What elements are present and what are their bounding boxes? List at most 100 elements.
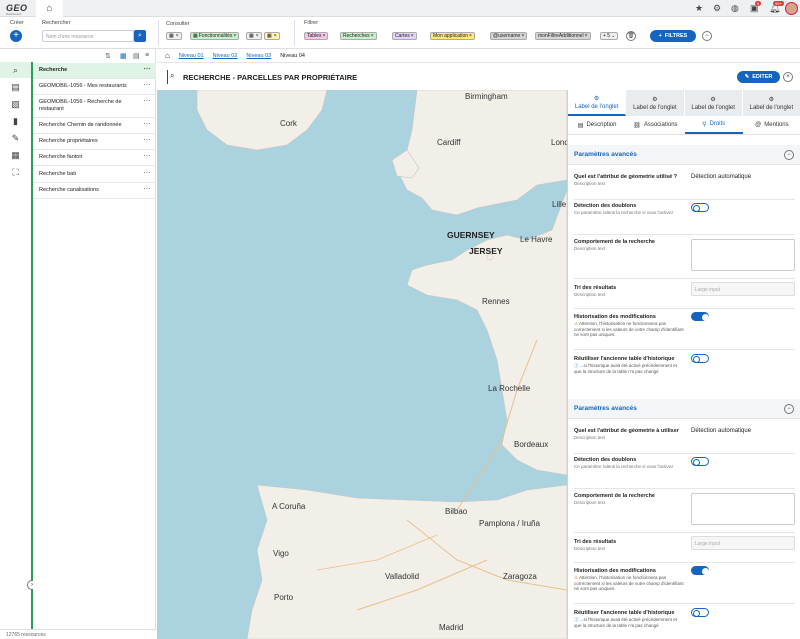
trash-icon[interactable]: 🗑︎ xyxy=(626,31,636,41)
home-icon[interactable]: ⌂ xyxy=(165,51,170,60)
close-icon[interactable]: × xyxy=(585,33,588,39)
filter-chip[interactable]: @username × xyxy=(490,32,528,40)
reuse-toggle[interactable] xyxy=(691,354,709,363)
list-item[interactable]: Recherche propriétaires ⋯ xyxy=(33,134,156,150)
field-label: Réutiliser l'ancienne table d'historique xyxy=(574,610,675,616)
map[interactable]: Birmingham London Cork Cardiff Lille Le … xyxy=(157,90,567,639)
document-nav-icon[interactable]: ▤ xyxy=(0,79,31,95)
create-button[interactable]: + xyxy=(10,30,22,42)
close-icon[interactable]: × xyxy=(783,72,793,82)
more-icon[interactable]: ⋯ xyxy=(144,66,151,73)
filter-chip[interactable]: Tables × xyxy=(304,32,329,40)
close-icon[interactable]: × xyxy=(256,33,259,39)
subtab-droits[interactable]: ⚲ Droits xyxy=(684,116,743,134)
geometry-value[interactable]: Détection automatique xyxy=(691,428,751,434)
chip-label: Mon application xyxy=(433,33,469,39)
panel-tab[interactable]: ⚙ Label de l'onglet xyxy=(684,90,743,116)
image-nav-icon[interactable]: ▧ xyxy=(0,96,31,112)
layers-nav-icon[interactable]: ▦ xyxy=(0,147,31,163)
geometry-value[interactable]: Détection automatique xyxy=(691,174,751,180)
more-icon[interactable]: ⋯ xyxy=(144,98,151,105)
close-icon[interactable]: × xyxy=(233,33,236,39)
sort-input[interactable]: Large input xyxy=(691,536,795,550)
filters-button[interactable]: + FILTRES xyxy=(650,30,696,42)
history-toggle[interactable] xyxy=(691,312,709,321)
list-item-label: Recherche xyxy=(39,67,68,73)
home-tab[interactable]: ⌂ xyxy=(36,0,63,17)
more-icon[interactable]: ⋯ xyxy=(144,137,151,144)
list-item[interactable]: Recherche bati ⋯ xyxy=(33,167,156,183)
help-icon[interactable]: ◍ xyxy=(731,3,739,14)
close-icon[interactable]: × xyxy=(411,33,414,39)
filter-chip[interactable]: + 5 ⌄ xyxy=(600,32,619,40)
tile-view-icon[interactable]: ▤ xyxy=(133,52,140,60)
subtab-description[interactable]: ▤ Description xyxy=(568,116,626,134)
workflow-nav-icon[interactable]: ⛶ xyxy=(0,164,31,180)
filter-chip[interactable]: Cartes × xyxy=(392,32,417,40)
panel-tab[interactable]: ⚙ Label de l'onglet xyxy=(568,90,627,116)
search-button[interactable]: ⌕ xyxy=(134,30,146,42)
close-icon[interactable]: × xyxy=(371,33,374,39)
reuse-toggle[interactable] xyxy=(691,608,709,617)
list-item[interactable]: Recherche fantoir ⋯ xyxy=(33,150,156,166)
subtab-associations[interactable]: ⛓ Associations xyxy=(626,116,684,134)
map-city: Cardiff xyxy=(437,138,461,147)
panel-tab[interactable]: ⚙ Label de l'onglet xyxy=(626,90,685,116)
duplicates-toggle[interactable] xyxy=(691,457,709,466)
sort-icon[interactable]: ⇅ xyxy=(105,52,111,60)
breadcrumb-item[interactable]: Niveau 01 xyxy=(179,53,204,59)
pencil-nav-icon[interactable]: ✎ xyxy=(0,130,31,146)
more-options-button[interactable]: − xyxy=(702,31,712,41)
more-icon[interactable]: ⋯ xyxy=(144,82,151,89)
more-icon[interactable]: ⋯ xyxy=(144,121,151,128)
close-icon[interactable]: × xyxy=(322,33,325,39)
consult-chip[interactable]: ▦ Fonctionnalités × xyxy=(190,32,240,40)
chart-nav-icon[interactable]: ▮ xyxy=(0,113,31,129)
map-city: Zaragoza xyxy=(503,572,537,581)
panel-tab[interactable]: ⚙ Label de l'onglet xyxy=(742,90,800,116)
filter-chip[interactable]: monFiltreAdditionnel × xyxy=(535,32,591,40)
breadcrumb-item[interactable]: Niveau 03 xyxy=(246,53,271,59)
gear-icon: ⚙ xyxy=(768,96,775,103)
list-item[interactable]: Recherche canalisations ⋯ xyxy=(33,183,156,199)
close-icon[interactable]: × xyxy=(176,33,179,39)
behaviour-textarea[interactable] xyxy=(691,493,795,525)
close-icon[interactable]: × xyxy=(521,33,524,39)
section-header[interactable]: Paramètres avancés − xyxy=(568,145,800,165)
more-icon[interactable]: ⋯ xyxy=(144,186,151,193)
link-icon: ⛓ xyxy=(633,122,641,129)
behaviour-textarea[interactable] xyxy=(691,239,795,271)
avatar[interactable] xyxy=(785,2,798,15)
filter-chip[interactable]: Mon application × xyxy=(430,32,475,40)
chevron-down-icon[interactable]: ⌄ xyxy=(611,33,615,39)
sort-input[interactable]: Large input xyxy=(691,282,795,296)
breadcrumb-item[interactable]: Niveau 02 xyxy=(213,53,238,59)
search-nav-icon[interactable]: ⌕ xyxy=(0,62,31,78)
consult-chip[interactable]: ▦ × xyxy=(264,32,280,40)
list-item[interactable]: Recherche ⋯ xyxy=(33,63,156,79)
panel-subtabs: ▤ Description ⛓ Associations ⚲ Droits @ Ment… xyxy=(568,116,800,135)
subtab-mentions[interactable]: @ Mentions xyxy=(743,116,800,134)
document-icon: ▤ xyxy=(577,122,584,129)
more-icon[interactable]: ⋯ xyxy=(144,153,151,160)
collapse-section-button[interactable]: − xyxy=(784,404,794,414)
gear-icon[interactable]: ⚙ xyxy=(713,3,721,14)
edit-button[interactable]: ✎ EDITER xyxy=(737,71,780,83)
filter-chip[interactable]: Recherches × xyxy=(340,32,377,40)
list-item[interactable]: GEOMOBIL-1056 - Recherche de restaurant ⋯ xyxy=(33,95,156,118)
search-input[interactable]: Nom d'une ressource xyxy=(42,30,134,42)
list-item[interactable]: Recherche Chemin de randonnée ⋯ xyxy=(33,118,156,134)
list-view-icon[interactable]: ≡ xyxy=(145,52,149,59)
consult-chip[interactable]: ▦ × xyxy=(246,32,262,40)
grid-view-icon[interactable]: ▦ xyxy=(120,52,127,60)
more-icon[interactable]: ⋯ xyxy=(144,170,151,177)
collapse-section-button[interactable]: − xyxy=(784,150,794,160)
close-icon[interactable]: × xyxy=(274,33,277,39)
consult-chip[interactable]: ▦ × xyxy=(166,32,182,40)
list-item[interactable]: GEOMOBIL-1056 - Mes restaurants ⋯ xyxy=(33,79,156,95)
history-toggle[interactable] xyxy=(691,566,709,575)
close-icon[interactable]: × xyxy=(469,33,472,39)
section-header[interactable]: Paramètres avancés − xyxy=(568,399,800,419)
duplicates-toggle[interactable] xyxy=(691,203,709,212)
star-icon[interactable]: ★ xyxy=(695,3,703,14)
